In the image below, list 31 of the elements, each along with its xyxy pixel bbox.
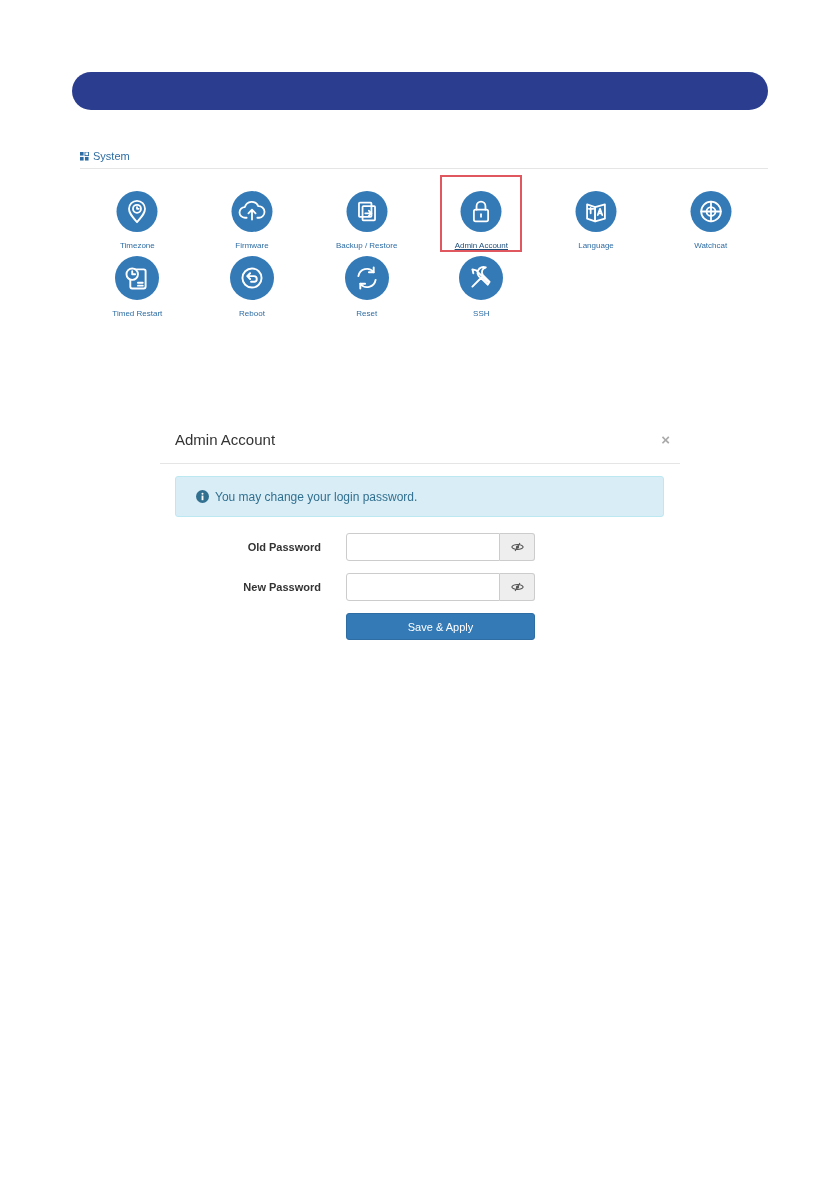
tile-label[interactable]: Language xyxy=(578,241,614,250)
eye-toggle-button[interactable] xyxy=(500,533,535,561)
info-icon xyxy=(196,490,209,503)
tile-label[interactable]: SSH xyxy=(473,309,490,318)
tile-label[interactable]: Reboot xyxy=(239,309,265,318)
dialog-title: Admin Account xyxy=(175,430,276,448)
field-label: Old Password xyxy=(246,541,321,553)
tile-label[interactable]: Timed Restart xyxy=(112,309,163,318)
refresh-icon[interactable] xyxy=(343,256,390,300)
tools-icon[interactable] xyxy=(458,256,505,300)
section-title: System xyxy=(93,150,130,162)
swap-icon[interactable] xyxy=(343,191,390,232)
eye-toggle-button[interactable] xyxy=(500,573,535,601)
tile-label[interactable]: Backup / Restore xyxy=(335,241,398,250)
tile-label[interactable]: Watchcat xyxy=(694,241,728,250)
target-icon[interactable] xyxy=(687,191,734,232)
tile-label[interactable]: Firmware xyxy=(235,241,269,250)
field-label: New Password xyxy=(242,581,321,593)
clock-document-icon[interactable] xyxy=(114,256,161,300)
eye-slash-icon xyxy=(510,582,524,592)
password-field[interactable] xyxy=(346,573,500,601)
alert-text: You may change your login password. xyxy=(215,489,418,504)
tile-label[interactable]: Admin Account xyxy=(454,241,508,250)
save-apply-button[interactable]: Save & Apply xyxy=(346,613,535,640)
password-field[interactable] xyxy=(346,533,500,561)
eye-slash-icon xyxy=(510,542,524,552)
tile-label[interactable]: Reset xyxy=(356,309,378,318)
grid-icon xyxy=(80,151,89,161)
tile-label[interactable]: Timezone xyxy=(119,241,155,250)
translate-icon[interactable] xyxy=(573,191,619,232)
cloud-upload-icon[interactable] xyxy=(229,191,275,232)
